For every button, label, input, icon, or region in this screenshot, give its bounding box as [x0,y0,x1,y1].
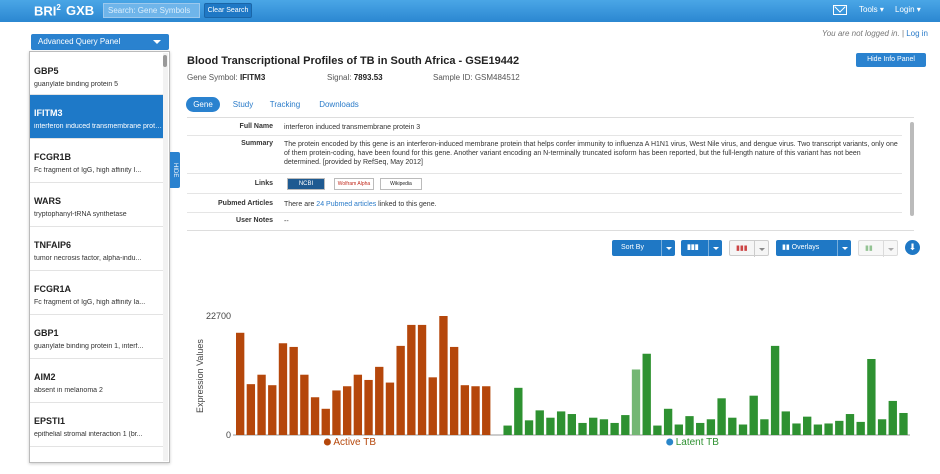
bar [717,398,726,435]
bar [696,422,705,435]
bar [706,419,716,435]
bar [268,385,277,435]
bar [621,415,630,435]
bar [610,422,619,435]
bar [653,425,662,435]
bar [257,374,266,435]
bar [364,379,373,435]
bar [449,346,459,435]
bar [439,316,448,435]
bar [385,382,395,435]
bar [460,385,470,435]
bar [631,369,641,435]
bar [824,423,833,435]
bar [738,424,748,435]
bar [867,358,876,435]
legend-marker [323,438,331,446]
bar [845,414,855,435]
bar [685,416,694,435]
bar [503,425,512,435]
bar [342,386,352,435]
bar [546,417,555,435]
bar [589,417,598,435]
bar [642,353,651,435]
bar [856,421,865,435]
legend-label: Latent TB [676,437,720,448]
expression-chart: Expression Values 22700 0 Active TB Latent T… [195,311,910,448]
bar [236,332,245,435]
bar [674,424,683,435]
bar [417,324,427,435]
bar [535,410,544,435]
bar [599,419,609,435]
legend-marker [666,438,674,446]
bar [835,420,844,435]
bar [289,346,298,435]
bar [246,384,256,435]
bar [300,374,309,435]
y-axis-label: Expression Values [195,339,205,413]
bar [524,420,534,435]
bar [567,414,576,435]
bar [728,417,737,435]
bar [578,422,587,435]
bar [877,419,887,435]
bar [471,386,480,435]
bar [663,408,673,435]
bar [888,400,897,435]
bar [803,416,812,435]
bar [770,345,780,435]
bar [407,324,416,435]
bar [792,423,801,435]
bar [899,412,908,435]
bar [278,343,288,435]
bar [482,386,491,435]
bar [332,390,341,435]
y-tick-label: 0 [226,430,231,440]
legend-label: Active TB [333,437,376,448]
bar [375,366,384,435]
y-tick-label: 22700 [206,311,231,321]
bar [321,408,330,435]
bar [749,395,758,435]
bar [353,374,363,435]
bar [760,419,769,435]
bar [781,411,790,435]
bar [396,345,405,435]
bar [310,397,320,435]
bar [556,411,566,435]
bar [813,424,823,435]
bar [428,377,437,435]
bar [514,387,523,435]
